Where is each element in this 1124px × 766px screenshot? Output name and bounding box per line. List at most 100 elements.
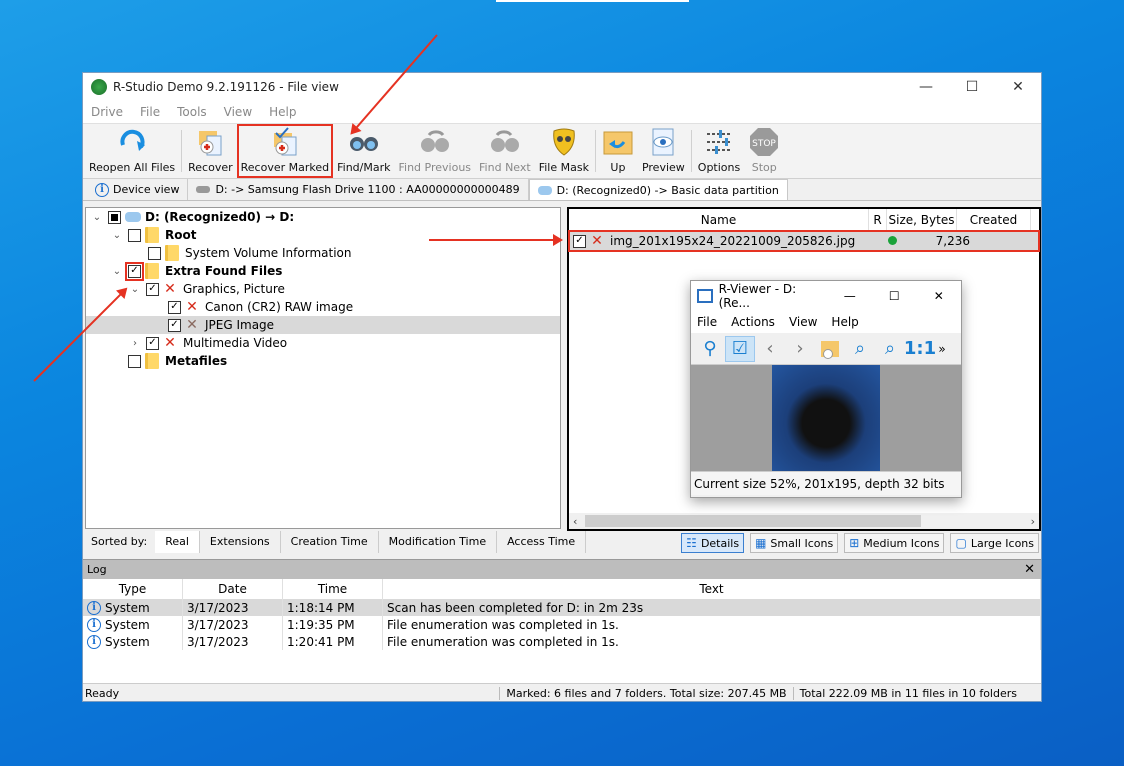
up-button[interactable]: Up	[598, 124, 638, 178]
tree-checkbox[interactable]: ✓	[146, 282, 159, 296]
zoom-out-icon[interactable]: ⌕	[875, 336, 905, 362]
column-size[interactable]: Size, Bytes	[887, 209, 957, 230]
tree-checkbox[interactable]: ✓	[168, 300, 181, 314]
chevron-down-icon[interactable]: ⌄	[110, 230, 124, 241]
file-list-header: Name R Size, Bytes Created	[569, 209, 1039, 231]
column-created[interactable]: Created	[957, 209, 1031, 230]
view-large-icons-button[interactable]: ▢ Large Icons	[950, 533, 1039, 553]
tree-checkbox[interactable]: ✓	[125, 261, 144, 281]
info-icon: i	[95, 182, 109, 197]
file-row[interactable]: ✓ ✕ img_201x195x24_20221009_205826.jpg 7…	[568, 230, 1040, 252]
sort-tab-extensions[interactable]: Extensions	[200, 531, 281, 553]
menu-drive[interactable]: Drive	[91, 105, 123, 119]
find-mark-button[interactable]: Find/Mark	[333, 124, 394, 178]
view-medium-icons-button[interactable]: ⊞ Medium Icons	[844, 533, 945, 553]
tree-item-metafiles[interactable]: Metafiles	[86, 352, 560, 370]
tab-basic-data-partition[interactable]: D: (Recognized0) -> Basic data partition	[528, 179, 788, 200]
tree-checkbox[interactable]	[128, 354, 141, 368]
tree-item-system-volume-information[interactable]: System Volume Information	[86, 244, 560, 262]
menu-tools[interactable]: Tools	[177, 105, 207, 119]
eye-icon	[647, 126, 679, 158]
recover-marked-button[interactable]: Recover Marked	[236, 124, 334, 178]
log-close-icon[interactable]: ✕	[1024, 562, 1035, 577]
prev-icon[interactable]: ‹	[755, 336, 785, 362]
log-row[interactable]: i System 3/17/2023 1:19:35 PM File enumer…	[83, 616, 1041, 633]
folder-tree: ⌄ D: (Recognized0) → D: ⌄ Root System Vo…	[85, 207, 561, 529]
viewer-menu-help[interactable]: Help	[831, 315, 858, 329]
file-mask-button[interactable]: File Mask	[535, 124, 593, 178]
annotation-arrow	[429, 234, 563, 246]
tree-checkbox[interactable]	[108, 210, 121, 224]
tab-samsung-flash-drive[interactable]: D: -> Samsung Flash Drive 1100 : AA00000…	[188, 179, 529, 200]
drive-icon	[125, 212, 141, 222]
find-previous-button[interactable]: Find Previous	[395, 124, 476, 178]
preview-button[interactable]: Preview	[638, 124, 689, 178]
log-row[interactable]: i System 3/17/2023 1:20:41 PM File enumer…	[83, 633, 1041, 650]
menu-help[interactable]: Help	[269, 105, 296, 119]
actual-size-icon[interactable]: 1:1	[904, 336, 936, 362]
tree-item-extra-found-files[interactable]: ⌄ ✓ Extra Found Files	[86, 261, 560, 281]
viewer-menu-actions[interactable]: Actions	[731, 315, 775, 329]
sort-tab-modification-time[interactable]: Modification Time	[379, 531, 498, 553]
tree-item-root[interactable]: ⌄ Root	[86, 226, 560, 244]
horizontal-scrollbar[interactable]: ‹ ›	[569, 513, 1039, 529]
mask-icon	[548, 126, 580, 158]
tree-item-jpeg-image[interactable]: ✓ ✕ JPEG Image	[86, 316, 560, 334]
zoom-in-icon[interactable]: ⌕	[845, 336, 875, 362]
viewer-title-bar: R-Viewer - D: (Re... — ☐ ✕	[691, 281, 961, 311]
menu-file[interactable]: File	[140, 105, 160, 119]
options-button[interactable]: Options	[694, 124, 744, 178]
column-r[interactable]: R	[869, 209, 887, 230]
log-column-text[interactable]: Text	[383, 579, 1041, 599]
sort-tab-creation-time[interactable]: Creation Time	[281, 531, 379, 553]
sort-tab-real[interactable]: Real	[155, 531, 200, 553]
tree-checkbox[interactable]: ✓	[146, 336, 159, 350]
small-icons-icon: ▦	[755, 536, 767, 550]
tree-checkbox[interactable]	[148, 246, 161, 260]
scroll-left-icon[interactable]: ‹	[573, 515, 577, 528]
stop-button[interactable]: STOP Stop	[744, 124, 784, 178]
chevron-down-icon[interactable]: ⌄	[110, 266, 124, 277]
svg-text:STOP: STOP	[752, 139, 776, 149]
tree-checkbox[interactable]	[128, 228, 141, 242]
chevron-down-icon[interactable]: ⌄	[90, 212, 104, 223]
find-next-icon	[489, 126, 521, 158]
viewer-close-button[interactable]: ✕	[917, 289, 961, 303]
check-icon[interactable]: ☑	[725, 335, 755, 362]
toolbar-separator	[181, 130, 183, 172]
viewer-menu-file[interactable]: File	[697, 315, 717, 329]
column-name[interactable]: Name	[569, 209, 869, 230]
file-checkbox[interactable]: ✓	[573, 234, 586, 248]
minimize-button[interactable]: —	[903, 73, 949, 101]
view-details-button[interactable]: ☷ Details	[681, 533, 745, 553]
reopen-all-files-button[interactable]: Reopen All Files	[85, 124, 179, 178]
log-column-date[interactable]: Date	[183, 579, 283, 599]
tree-item-canon-cr2[interactable]: ✓ ✕ Canon (CR2) RAW image	[86, 298, 560, 316]
maximize-button[interactable]: ☐	[949, 73, 995, 101]
viewer-menu-view[interactable]: View	[789, 315, 817, 329]
scrollbar-thumb[interactable]	[585, 515, 921, 527]
log-column-time[interactable]: Time	[283, 579, 383, 599]
log-column-type[interactable]: Type	[83, 579, 183, 599]
sort-tab-access-time[interactable]: Access Time	[497, 531, 587, 553]
tree-item-multimedia-video[interactable]: › ✓ ✕ Multimedia Video	[86, 334, 560, 352]
tree-item-graphics-picture[interactable]: ⌄ ✓ ✕ Graphics, Picture	[86, 280, 560, 298]
scroll-right-icon[interactable]: ›	[1031, 515, 1035, 528]
tree-checkbox[interactable]: ✓	[168, 318, 181, 332]
recover-icon[interactable]	[815, 336, 845, 362]
chevron-right-icon[interactable]: ›	[128, 338, 142, 349]
more-icon[interactable]: »	[935, 336, 949, 362]
next-icon[interactable]: ›	[785, 336, 815, 362]
viewer-maximize-button[interactable]: ☐	[872, 289, 916, 303]
log-row[interactable]: i System 3/17/2023 1:18:14 PM Scan has be…	[83, 599, 1041, 616]
close-button[interactable]: ✕	[995, 73, 1041, 101]
tree-item-drive[interactable]: ⌄ D: (Recognized0) → D:	[86, 208, 560, 226]
menu-view[interactable]: View	[224, 105, 252, 119]
view-small-icons-button[interactable]: ▦ Small Icons	[750, 533, 839, 553]
viewer-minimize-button[interactable]: —	[828, 289, 872, 303]
info-icon: i	[87, 634, 101, 649]
tab-device-view[interactable]: i Device view	[87, 179, 189, 200]
recover-button[interactable]: Recover	[184, 124, 237, 178]
location-icon[interactable]: ⚲	[695, 336, 725, 362]
find-next-button[interactable]: Find Next	[475, 124, 535, 178]
